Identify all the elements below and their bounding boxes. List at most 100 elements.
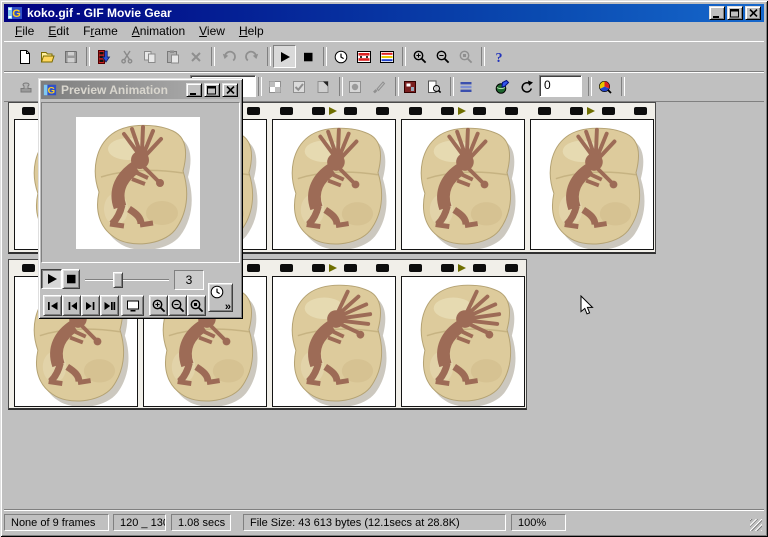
frame-thumbnail-5[interactable] (530, 119, 654, 250)
prev-frame-button[interactable] (62, 295, 81, 316)
stamp-button[interactable] (14, 75, 37, 98)
maximize-button[interactable] (727, 6, 743, 20)
globe-edit-button[interactable] (490, 75, 513, 98)
filmstrip-single-button[interactable] (352, 45, 375, 68)
sprocket-hole (473, 264, 486, 272)
save-button[interactable] (59, 45, 82, 68)
frame-thumbnail-3[interactable] (272, 119, 396, 250)
sprocket-hole (22, 107, 35, 115)
toolbar-separator (207, 45, 217, 68)
close-button[interactable] (745, 6, 761, 20)
minimize-button[interactable] (709, 6, 725, 20)
sprocket-hole (312, 107, 325, 115)
menu-help[interactable]: Help (232, 22, 271, 41)
magnifier-plus-icon (412, 49, 428, 65)
menu-animation[interactable]: Animation (125, 22, 192, 41)
nav-first-icon (45, 298, 61, 314)
preview-minimize-button[interactable] (186, 83, 202, 97)
circle-crop-button[interactable] (343, 75, 366, 98)
window-titlebar[interactable]: G koko.gif - GIF Movie Gear (4, 4, 764, 22)
preview-zoom-in-button[interactable] (149, 295, 168, 316)
sprocket-hole (280, 107, 293, 115)
status-zoom-level: 100% (511, 514, 566, 531)
toolbar-separator (617, 75, 627, 98)
loop-arrow-icon (519, 79, 535, 95)
loop-count-field[interactable]: 0 (539, 75, 582, 97)
stop-button[interactable] (296, 45, 319, 68)
frame-position-slider[interactable] (83, 270, 171, 290)
crop-size-button[interactable] (398, 75, 421, 98)
redo-button[interactable] (240, 45, 263, 68)
timing-options-button[interactable]: » (208, 283, 233, 312)
menu-file[interactable]: File (8, 22, 41, 41)
circle-crop-icon (347, 79, 363, 95)
fullscreen-button[interactable] (121, 295, 144, 316)
main-toolbar: ? (4, 41, 764, 71)
window-title: koko.gif - GIF Movie Gear (27, 6, 707, 20)
save-floppy-icon (63, 49, 79, 65)
app-icon: G (7, 5, 23, 21)
magnifier-minus-icon (170, 298, 186, 314)
sprocket-hole (538, 107, 551, 115)
preview-maximize-button[interactable] (204, 83, 220, 97)
new-button[interactable] (13, 45, 36, 68)
nav-next-icon (83, 298, 99, 314)
preview-zoom-button[interactable] (422, 75, 445, 98)
slider-groove (85, 279, 169, 281)
frame-thumbnail-8[interactable] (272, 276, 396, 407)
play-button[interactable] (273, 45, 296, 68)
paste-button[interactable] (161, 45, 184, 68)
undo-button[interactable] (217, 45, 240, 68)
frame-timing-button[interactable] (329, 45, 352, 68)
optimize-check-icon (291, 79, 307, 95)
nav-prev-icon (64, 298, 80, 314)
copy-button[interactable] (138, 45, 161, 68)
page-corner-button[interactable] (311, 75, 334, 98)
open-button[interactable] (36, 45, 59, 68)
zoom-actual-button[interactable] (454, 45, 477, 68)
help-button[interactable]: ? (487, 45, 510, 68)
frame-thumbnail-9[interactable] (401, 276, 525, 407)
sprocket-marker-icon (329, 264, 337, 272)
next-frame-button[interactable] (81, 295, 100, 316)
insert-frames-button[interactable] (92, 45, 115, 68)
slider-thumb[interactable] (113, 272, 123, 288)
filmstrip-all-button[interactable] (375, 45, 398, 68)
preview-titlebar[interactable]: G Preview Animation (41, 81, 240, 99)
magnifier-plus-icon (151, 298, 167, 314)
frame-list-button[interactable] (454, 75, 477, 98)
menu-view[interactable]: View (192, 22, 232, 41)
preview-stop-button[interactable] (62, 269, 80, 289)
zoom-in-button[interactable] (408, 45, 431, 68)
paint-button[interactable] (367, 75, 390, 98)
preview-play-button[interactable] (41, 269, 62, 289)
frame-thumbnail-4[interactable] (401, 119, 525, 250)
sprocket-hole (441, 264, 454, 272)
cut-button[interactable] (115, 45, 138, 68)
menu-frame[interactable]: Frame (76, 22, 125, 41)
preview-close-button[interactable] (222, 83, 238, 97)
toolbar-separator (82, 45, 92, 68)
sprocket-hole (247, 264, 260, 272)
preview-zoom-actual-button[interactable] (187, 295, 206, 316)
optimize-check-button[interactable] (287, 75, 310, 98)
last-frame-button[interactable] (100, 295, 119, 316)
resize-grip[interactable] (750, 519, 762, 531)
mouse-cursor (580, 295, 594, 321)
sprocket-hole (505, 107, 518, 115)
loop-button[interactable] (515, 75, 538, 98)
sprocket-hole (344, 264, 357, 272)
delete-button[interactable] (184, 45, 207, 68)
transparency-button[interactable] (263, 75, 286, 98)
magnifier-actual-dark-icon (189, 298, 205, 314)
palette-view-button[interactable] (593, 75, 616, 98)
first-frame-button[interactable] (43, 295, 62, 316)
menu-edit[interactable]: Edit (41, 22, 76, 41)
sprocket-hole (376, 107, 389, 115)
paint-brush-icon (371, 79, 387, 95)
zoom-out-button[interactable] (431, 45, 454, 68)
clock-icon (333, 49, 349, 65)
preview-zoom-icon (426, 79, 442, 95)
preview-zoom-out-button[interactable] (168, 295, 187, 316)
sprocket-hole (441, 107, 454, 115)
